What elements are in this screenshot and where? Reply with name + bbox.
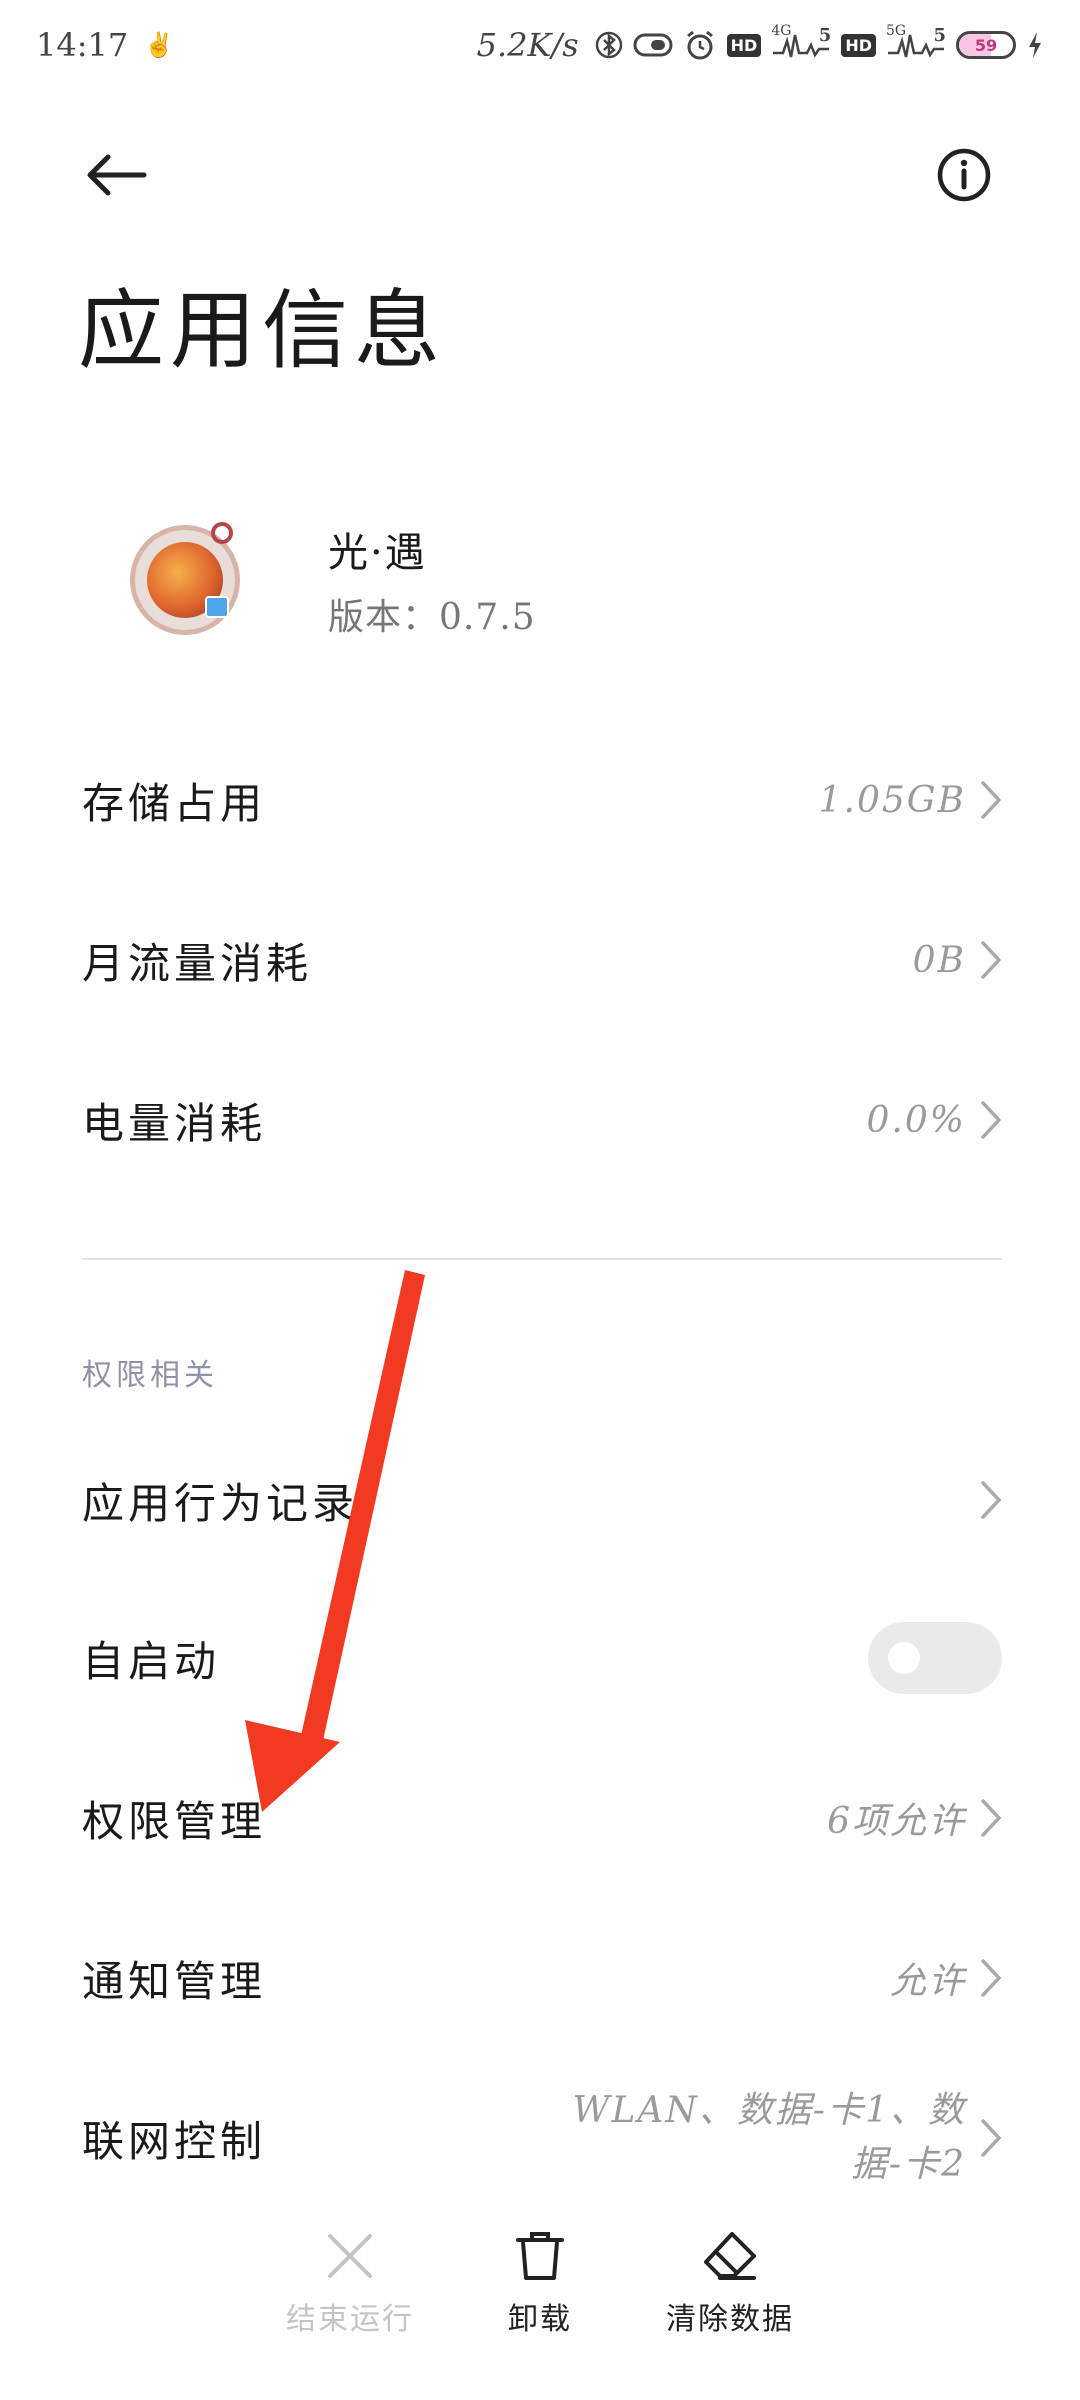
app-icon [130, 522, 240, 635]
clear-data-label: 清除数据 [666, 2302, 794, 2337]
chevron-right-icon [980, 1480, 1002, 1520]
section-divider [82, 1258, 1002, 1260]
permission-management-value: 6项允许 [827, 1801, 966, 1842]
battery-usage-row[interactable]: 电量消耗 0.0% [82, 1060, 1002, 1180]
chevron-right-icon [980, 1958, 1002, 1998]
behavior-record-label: 应用行为记录 [82, 1478, 359, 1528]
bottom-action-bar: 结束运行 卸载 清除数据 [0, 2230, 1080, 2380]
force-stop-button[interactable]: 结束运行 [260, 2230, 440, 2338]
hd-badge-1: HD [726, 33, 762, 57]
info-button[interactable] [934, 145, 994, 205]
app-version: 版本：0.7.5 [328, 597, 536, 638]
network-control-label: 联网控制 [82, 2116, 267, 2166]
close-icon [328, 2234, 372, 2278]
signal-icon-sim1: 4G 5 [771, 23, 831, 61]
arrow-left-icon [87, 154, 147, 196]
uninstall-label: 卸载 [508, 2302, 572, 2337]
traffic-label: 月流量消耗 [82, 938, 313, 988]
hand-icon: ✌ [144, 31, 175, 59]
alarm-icon [683, 28, 717, 62]
force-stop-label: 结束运行 [286, 2302, 414, 2337]
autostart-row: 自启动 [82, 1598, 1002, 1718]
hd-badge-2: HD [841, 33, 876, 57]
permission-management-label: 权限管理 [82, 1796, 267, 1846]
eraser-icon [704, 2232, 756, 2280]
behavior-record-row[interactable]: 应用行为记录 [82, 1440, 1002, 1560]
battery-indicator: 59 [956, 31, 1016, 59]
app-icon-knot [211, 522, 233, 544]
storage-value: 1.05GB [818, 779, 966, 821]
toggle-status-icon [633, 31, 673, 59]
app-icon-badge [205, 596, 229, 618]
uninstall-button[interactable]: 卸载 [450, 2230, 630, 2338]
permission-management-row[interactable]: 权限管理 6项允许 [82, 1758, 1002, 1878]
sim2-bars: 5 [933, 25, 946, 46]
network-control-value: WLAN、数据-卡1、数 据-卡2 [566, 2084, 966, 2192]
autostart-toggle[interactable] [868, 1622, 1002, 1694]
app-name: 光·遇 [328, 530, 427, 576]
permissions-section-header: 权限相关 [82, 1358, 218, 1393]
sim1-network-type: 4G [771, 23, 792, 39]
battery-usage-label: 电量消耗 [82, 1098, 267, 1148]
sim2-network-type: 5G [886, 23, 907, 39]
app-info-screen: 14:17 ✌ 5.2K/s HD 4G 5 HD 5G 5 59 应用信息 光… [0, 0, 1080, 2400]
storage-row[interactable]: 存储占用 1.05GB [82, 740, 1002, 860]
network-control-value-line2: 据-卡2 [850, 2144, 966, 2185]
storage-label: 存储占用 [82, 778, 267, 828]
info-icon [937, 148, 991, 202]
chevron-right-icon [980, 940, 1002, 980]
battery-usage-value: 0.0% [866, 1099, 966, 1141]
notification-management-value: 允许 [889, 1961, 966, 2002]
trash-icon [516, 2232, 564, 2280]
notification-management-label: 通知管理 [82, 1956, 267, 2006]
toggle-knob [888, 1642, 920, 1674]
network-control-row[interactable]: 联网控制 WLAN、数据-卡1、数 据-卡2 [82, 2078, 1002, 2198]
network-control-value-line1: WLAN、数据-卡1、数 [572, 2090, 966, 2131]
clear-data-button[interactable]: 清除数据 [640, 2230, 820, 2338]
charging-icon [1026, 30, 1044, 60]
back-button[interactable] [82, 145, 152, 205]
chevron-right-icon [980, 780, 1002, 820]
traffic-value: 0B [912, 939, 966, 981]
chevron-right-icon [980, 1798, 1002, 1838]
chevron-right-icon [980, 1100, 1002, 1140]
bluetooth-icon [595, 30, 623, 60]
sim1-bars: 5 [818, 25, 832, 46]
status-bar: 14:17 ✌ 5.2K/s HD 4G 5 HD 5G 5 59 [0, 0, 1080, 90]
traffic-row[interactable]: 月流量消耗 0B [82, 900, 1002, 1020]
chevron-right-icon [980, 2118, 1002, 2158]
battery-percent: 59 [974, 35, 998, 55]
network-speed: 5.2K/s [476, 26, 579, 64]
signal-icon-sim2: 5G 5 [886, 23, 946, 61]
status-time: 14:17 [36, 26, 129, 64]
autostart-label: 自启动 [82, 1636, 221, 1686]
page-title: 应用信息 [78, 281, 446, 381]
app-header: 光·遇 版本：0.7.5 [120, 500, 1020, 660]
notification-management-row[interactable]: 通知管理 允许 [82, 1918, 1002, 2038]
